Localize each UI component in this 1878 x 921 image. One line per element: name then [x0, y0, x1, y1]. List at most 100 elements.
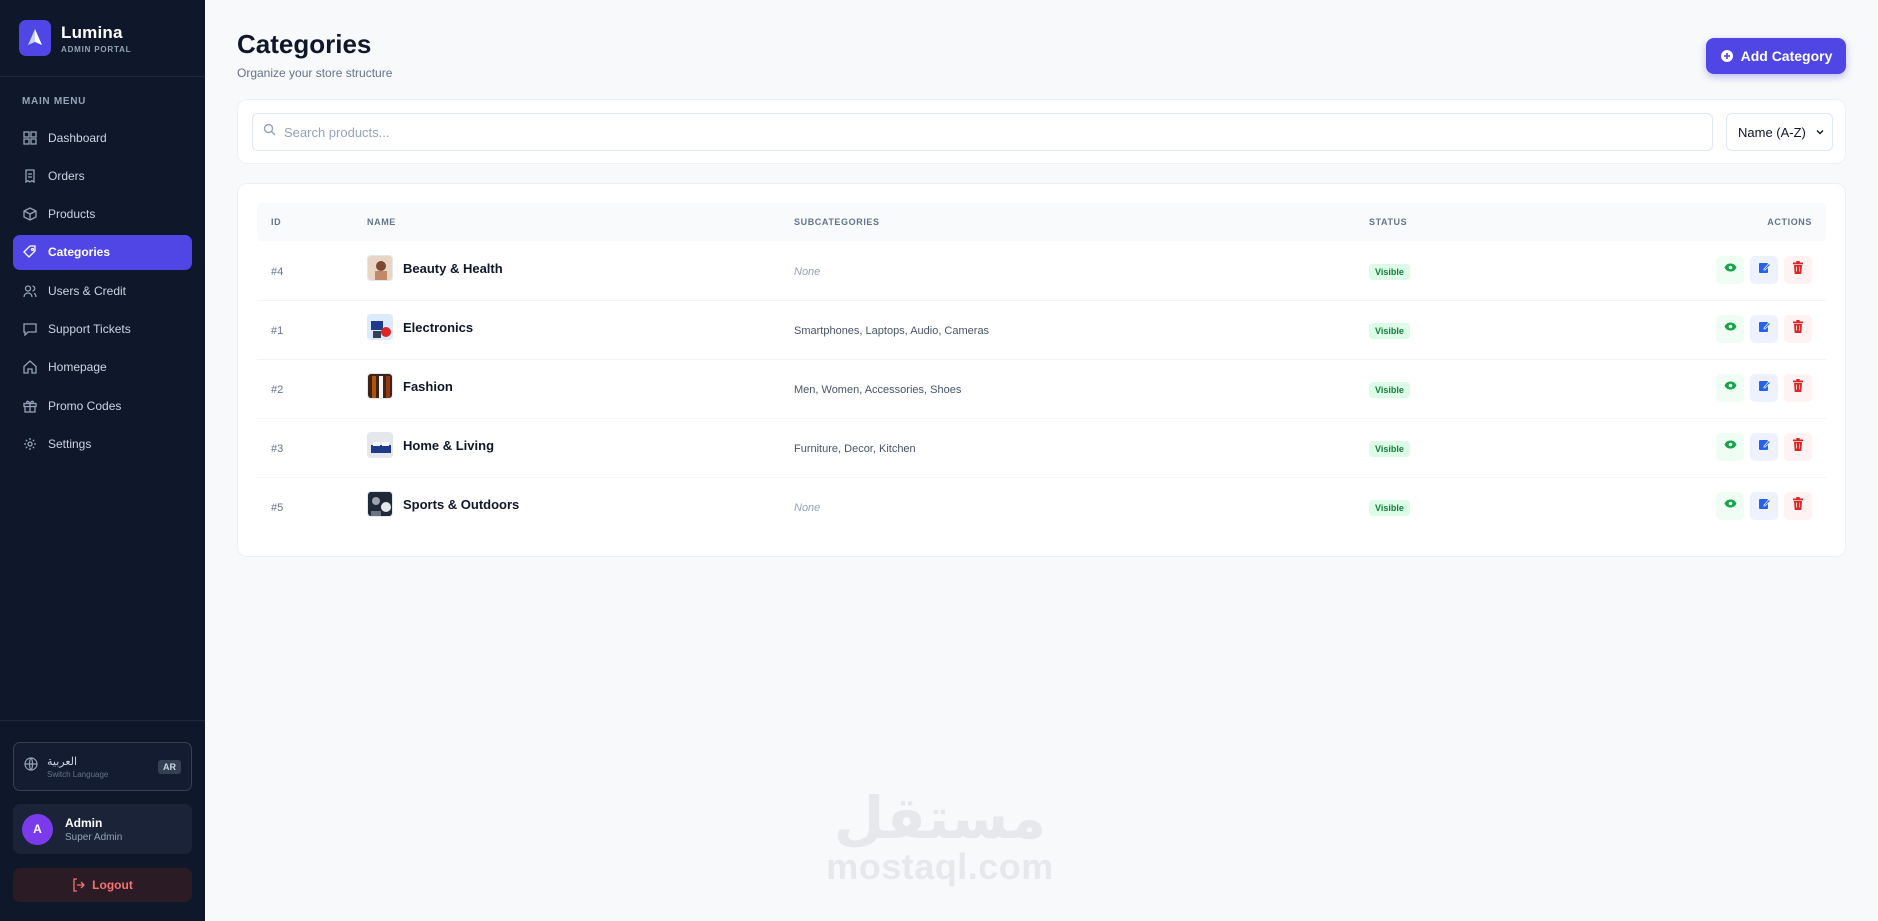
eye-icon [1724, 261, 1737, 279]
sidebar-item-support-tickets[interactable]: Support Tickets [13, 311, 192, 346]
sidebar-item-products[interactable]: Products [13, 197, 192, 232]
status-badge: Visible [1369, 382, 1410, 398]
receipt-icon [22, 168, 38, 184]
table-row[interactable]: #1 Electronics Smartphones, Laptops, Aud… [257, 301, 1826, 360]
category-id: #4 [271, 266, 284, 278]
brand-subtitle: ADMIN PORTAL [61, 44, 132, 54]
globe-icon [24, 757, 38, 776]
edit-icon [1758, 261, 1771, 279]
edit-button[interactable] [1750, 433, 1778, 461]
sidebar-item-categories[interactable]: Categories [13, 234, 192, 270]
eye-icon [1724, 379, 1737, 397]
table-row[interactable]: #4 Beauty & Health None Visible [257, 242, 1826, 301]
status-badge: Visible [1369, 500, 1410, 516]
view-button[interactable] [1716, 492, 1744, 520]
delete-button[interactable] [1784, 433, 1812, 461]
row-actions [1716, 433, 1812, 461]
sidebar-item-label: Promo Codes [48, 398, 122, 413]
sidebar-item-label: Categories [48, 245, 111, 260]
plus-circle-icon [1720, 49, 1734, 63]
watermark-latin: mostaql.com [826, 846, 1054, 887]
category-name[interactable]: Beauty & Health [403, 261, 503, 276]
view-button[interactable] [1716, 315, 1744, 343]
edit-button[interactable] [1750, 492, 1778, 520]
column-header-actions: ACTIONS [1767, 217, 1812, 227]
table-row[interactable]: #5 Sports & Outdoors None Visible [257, 478, 1826, 537]
eye-icon [1724, 497, 1737, 515]
delete-button[interactable] [1784, 492, 1812, 520]
category-id: #5 [271, 502, 284, 514]
page-subtitle: Organize your store structure [237, 66, 393, 80]
delete-button[interactable] [1784, 374, 1812, 402]
logout-button[interactable]: Logout [13, 868, 192, 902]
watermark-arabic: مستقل [833, 784, 1047, 852]
chevron-down-icon [1814, 126, 1826, 138]
trash-icon [1792, 320, 1804, 338]
column-header-id: ID [271, 217, 282, 227]
sidebar-item-homepage[interactable]: Homepage [13, 350, 192, 385]
categories-table: ID NAME SUBCATEGORIES STATUS ACTIONS #4 … [237, 183, 1846, 557]
sidebar-item-promo-codes[interactable]: Promo Codes [13, 388, 192, 423]
trash-icon [1792, 379, 1804, 397]
category-name[interactable]: Sports & Outdoors [403, 497, 519, 512]
edit-button[interactable] [1750, 256, 1778, 284]
language-badge: AR [158, 760, 181, 774]
add-category-label: Add Category [1740, 48, 1833, 64]
row-actions [1716, 492, 1812, 520]
dashboard-icon [22, 130, 38, 146]
page-title: Categories [237, 29, 372, 59]
category-name[interactable]: Home & Living [403, 438, 494, 453]
sidebar-item-label: Dashboard [48, 130, 107, 145]
row-actions [1716, 256, 1812, 284]
edit-icon [1758, 438, 1771, 456]
sidebar-item-dashboard[interactable]: Dashboard [13, 120, 192, 155]
sidebar-footer: العربية Switch Language AR A Admin Super… [0, 720, 205, 921]
trash-icon [1792, 261, 1804, 279]
table-row[interactable]: #2 Fashion Men, Women, Accessories, Shoe… [257, 360, 1826, 419]
view-button[interactable] [1716, 256, 1744, 284]
row-actions [1716, 374, 1812, 402]
sidebar-item-label: Homepage [48, 360, 107, 375]
brand[interactable]: Lumina ADMIN PORTAL [0, 0, 205, 77]
sidebar-item-users-credit[interactable]: Users & Credit [13, 273, 192, 308]
eye-icon [1724, 438, 1737, 456]
category-subcategories: Men, Women, Accessories, Shoes [794, 384, 962, 396]
sidebar-item-label: Users & Credit [48, 283, 127, 298]
logout-label: Logout [92, 878, 133, 892]
category-subcategories: None [794, 502, 821, 514]
sidebar-item-label: Support Tickets [48, 321, 131, 336]
box-icon [22, 206, 38, 222]
delete-button[interactable] [1784, 256, 1812, 284]
add-category-button[interactable]: Add Category [1706, 38, 1846, 74]
category-subcategories: Smartphones, Laptops, Audio, Cameras [794, 325, 990, 337]
edit-button[interactable] [1750, 374, 1778, 402]
view-button[interactable] [1716, 433, 1744, 461]
edit-icon [1758, 497, 1771, 515]
sort-value: Name (A-Z) [1738, 124, 1806, 140]
sidebar-item-settings[interactable]: Settings [13, 426, 192, 461]
category-name[interactable]: Electronics [403, 320, 473, 335]
edit-button[interactable] [1750, 315, 1778, 343]
language-switch[interactable]: العربية Switch Language AR [13, 742, 192, 791]
brand-logo-icon [19, 20, 51, 56]
category-subcategories: Furniture, Decor, Kitchen [794, 443, 916, 455]
view-button[interactable] [1716, 374, 1744, 402]
avatar: A [22, 813, 53, 845]
tag-icon [22, 244, 38, 260]
sidebar-item-orders[interactable]: Orders [13, 158, 192, 193]
sidebar-item-label: Settings [48, 436, 92, 451]
category-name[interactable]: Fashion [403, 379, 453, 394]
category-id: #1 [271, 325, 284, 337]
search-input[interactable] [284, 124, 1684, 140]
delete-button[interactable] [1784, 315, 1812, 343]
users-icon [22, 283, 38, 299]
search-box[interactable] [252, 113, 1713, 151]
filter-bar: Name (A-Z) [237, 99, 1846, 164]
trash-icon [1792, 497, 1804, 515]
user-card[interactable]: A Admin Super Admin [13, 804, 192, 854]
sort-select[interactable]: Name (A-Z) [1726, 113, 1833, 151]
edit-icon [1758, 320, 1771, 338]
table-row[interactable]: #3 Home & Living Furniture, Decor, Kitch… [257, 419, 1826, 478]
status-badge: Visible [1369, 323, 1410, 339]
category-thumbnail [367, 255, 393, 281]
